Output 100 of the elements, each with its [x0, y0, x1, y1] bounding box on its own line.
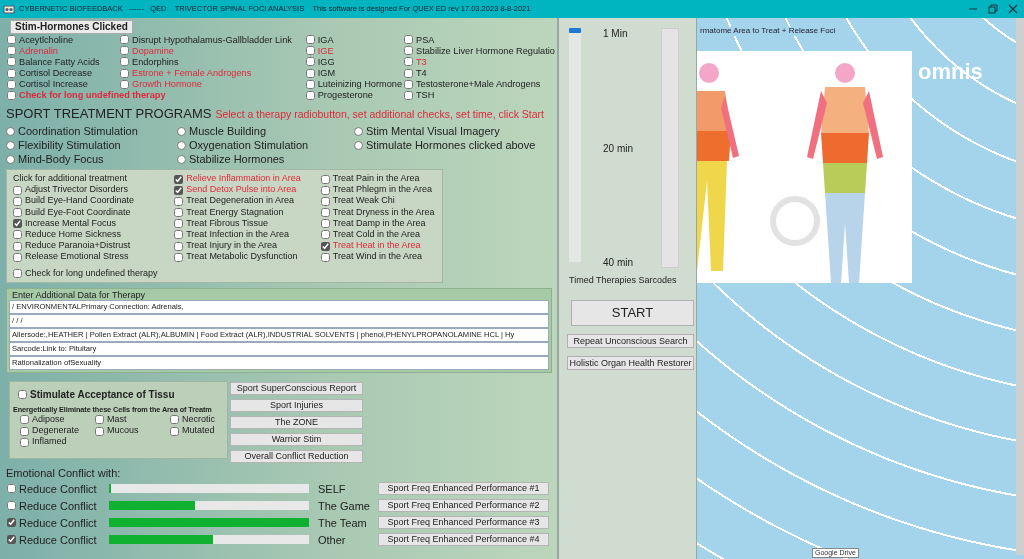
radio-label: Stim Mental Visual Imagery — [366, 125, 500, 138]
checkbox[interactable] — [174, 219, 184, 229]
checkbox[interactable] — [320, 185, 330, 195]
checkbox[interactable] — [20, 426, 29, 436]
radio-button[interactable] — [177, 126, 186, 136]
checkbox[interactable] — [7, 91, 16, 101]
report-button[interactable]: Sport SuperConscious Report — [230, 382, 363, 396]
radio-button[interactable] — [177, 154, 186, 164]
target-label: The Team — [318, 516, 368, 529]
checkbox[interactable] — [305, 46, 315, 56]
close-icon[interactable] — [1008, 4, 1018, 14]
action-button[interactable]: Repeat Unconscious Search — [567, 333, 694, 348]
checkbox[interactable] — [174, 241, 184, 251]
checkbox[interactable] — [7, 484, 16, 494]
checkbox[interactable] — [120, 46, 129, 56]
checkbox[interactable] — [120, 35, 129, 45]
checkbox[interactable] — [7, 79, 16, 89]
checkbox[interactable] — [174, 196, 184, 206]
report-button[interactable]: The ZONE — [230, 416, 363, 430]
section-heading: Emotional Conflict with: — [6, 467, 122, 480]
checkbox[interactable] — [320, 196, 330, 206]
report-button[interactable]: Overall Conflict Reduction — [230, 450, 363, 464]
checkbox[interactable] — [7, 57, 16, 67]
checkbox[interactable] — [7, 518, 16, 528]
performance-button[interactable]: Sport Freq Enhanced Performance #2 — [378, 499, 549, 513]
checkbox[interactable] — [174, 185, 184, 195]
time-slider[interactable] — [569, 28, 581, 262]
checkbox[interactable] — [404, 35, 413, 45]
action-button[interactable]: Holistic Organ Health Restorer — [567, 355, 694, 370]
checkbox[interactable] — [13, 219, 22, 229]
performance-button[interactable]: Sport Freq Enhanced Performance #4 — [378, 533, 549, 547]
checkbox[interactable] — [7, 535, 16, 545]
checkbox[interactable] — [174, 230, 184, 240]
checkbox[interactable] — [13, 185, 22, 195]
checkbox[interactable] — [320, 208, 330, 218]
checkbox[interactable] — [13, 196, 22, 206]
slider-thumb[interactable] — [569, 28, 581, 33]
checkbox[interactable] — [13, 252, 22, 262]
checkbox[interactable] — [13, 241, 22, 251]
checkbox[interactable] — [404, 68, 413, 78]
checkbox[interactable] — [120, 57, 129, 67]
checkbox[interactable] — [174, 252, 184, 262]
performance-button[interactable]: Sport Freq Enhanced Performance #1 — [378, 482, 549, 496]
checkbox[interactable] — [13, 269, 22, 278]
checkbox[interactable] — [174, 174, 184, 184]
radio-button[interactable] — [6, 140, 15, 150]
checkbox[interactable] — [170, 426, 179, 436]
checkbox[interactable] — [320, 252, 330, 262]
checkbox-label: Degenerate — [32, 426, 80, 437]
checkbox[interactable] — [305, 79, 315, 89]
checkbox-label: Stimulate Acceptance of Tissu — [30, 389, 175, 401]
checkbox[interactable] — [13, 208, 22, 218]
checkbox[interactable] — [404, 79, 413, 89]
checkbox[interactable] — [174, 208, 184, 218]
checkbox[interactable] — [95, 415, 104, 425]
checkbox-label: Endorphins — [132, 56, 179, 67]
checkbox[interactable] — [7, 35, 16, 45]
checkbox-label: Treat Pain in the Area — [332, 174, 420, 184]
checkbox-label: Build Eye-Hand Coordinate — [25, 196, 135, 207]
checkbox[interactable] — [120, 68, 129, 78]
checkbox-label: Inflamed — [32, 437, 67, 448]
checkbox[interactable] — [305, 57, 315, 67]
checkbox[interactable] — [404, 57, 413, 67]
checkbox[interactable] — [7, 501, 16, 511]
checkbox-label: Adipose — [32, 414, 65, 425]
checkbox[interactable] — [320, 174, 330, 184]
checkbox[interactable] — [320, 219, 330, 229]
checkbox[interactable] — [7, 68, 16, 78]
checkbox[interactable] — [404, 46, 413, 56]
caption: Timed Therapies Sarcodes — [569, 276, 678, 286]
checkbox[interactable] — [18, 390, 27, 400]
checkbox[interactable] — [305, 68, 315, 78]
scrollbar[interactable] — [1016, 18, 1024, 555]
radio-button[interactable] — [6, 154, 15, 164]
report-button[interactable]: Sport Injuries — [230, 399, 363, 413]
checkbox[interactable] — [7, 46, 16, 56]
panel-heading: Click for additional treatment — [12, 173, 129, 185]
radio-button[interactable] — [354, 140, 363, 150]
performance-button[interactable]: Sport Freq Enhanced Performance #3 — [378, 516, 549, 530]
checkbox[interactable] — [404, 91, 413, 101]
radio-button[interactable] — [354, 126, 363, 136]
checkbox-label: Release Emotional Stress — [25, 252, 129, 263]
restore-window-icon[interactable] — [988, 4, 998, 14]
checkbox[interactable] — [305, 35, 315, 45]
checkbox[interactable] — [95, 426, 104, 436]
viewer-title: rmatome Area to Treat + Release Foci — [700, 27, 836, 36]
radio-button[interactable] — [177, 140, 186, 150]
checkbox[interactable] — [170, 415, 179, 425]
checkbox[interactable] — [20, 437, 29, 447]
checkbox[interactable] — [320, 241, 330, 251]
checkbox[interactable] — [13, 230, 22, 240]
start-button[interactable]: START — [571, 299, 694, 326]
checkbox[interactable] — [20, 415, 29, 425]
checkbox[interactable] — [120, 79, 129, 89]
checkbox[interactable] — [320, 230, 330, 240]
report-button[interactable]: Warrior Stim — [230, 433, 363, 447]
radio-label: Mind-Body Focus — [18, 153, 104, 166]
radio-button[interactable] — [6, 126, 15, 136]
checkbox-label: Testosterone+Male Androgens — [416, 79, 541, 90]
checkbox[interactable] — [305, 91, 315, 101]
